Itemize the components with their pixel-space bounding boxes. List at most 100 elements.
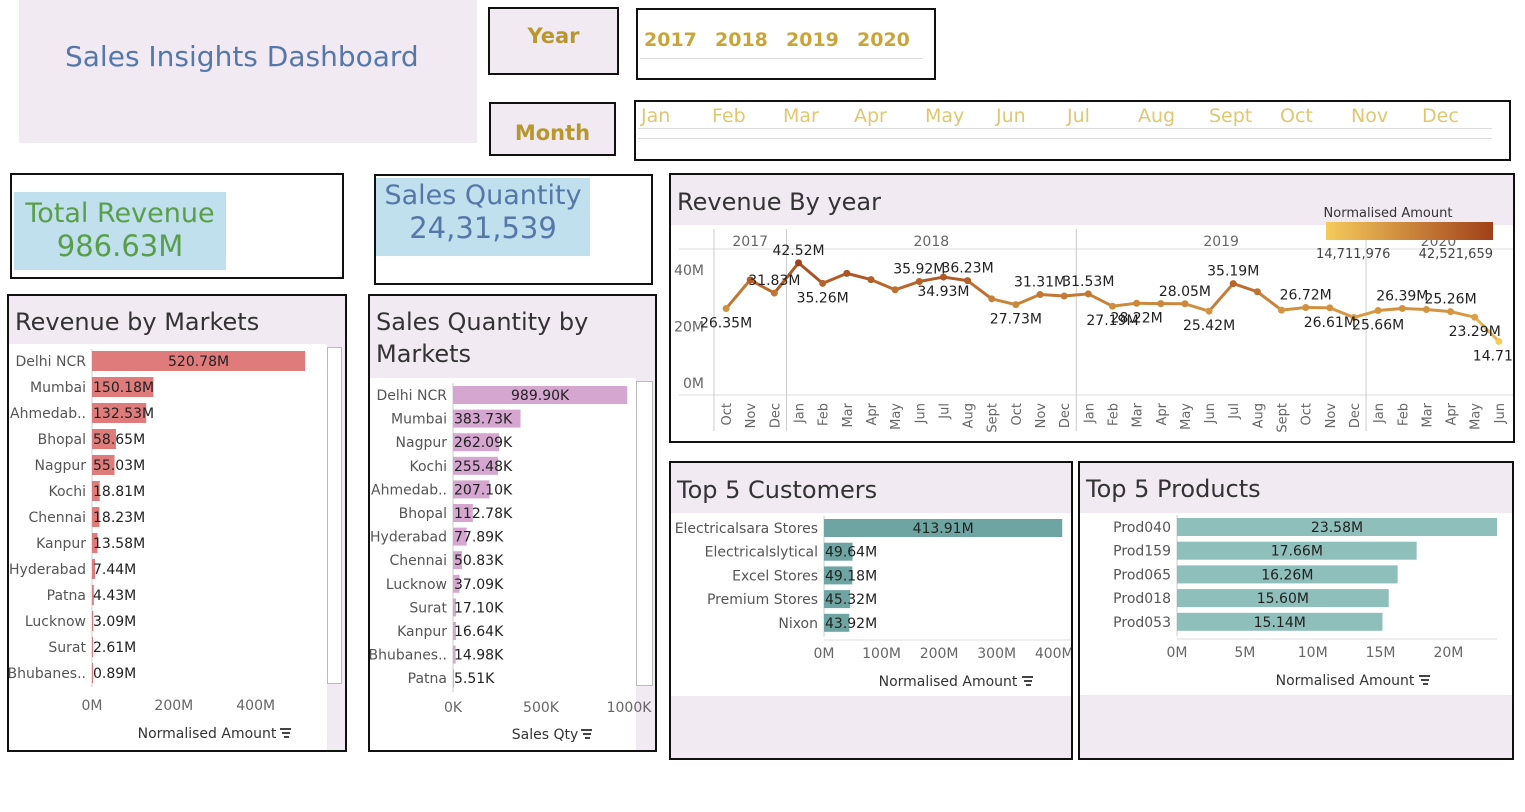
- month-option[interactable]: Jan: [641, 105, 670, 127]
- total-revenue-value: 986.63M: [56, 229, 184, 263]
- data-point: [1133, 299, 1141, 307]
- month-option[interactable]: Sept: [1209, 105, 1252, 127]
- data-point: [1108, 302, 1116, 310]
- data-point: [722, 305, 730, 313]
- data-label: 31.83M: [748, 273, 800, 289]
- month-option[interactable]: May: [925, 105, 964, 127]
- tick-label: 200M: [154, 698, 193, 714]
- year-header: 2019: [1203, 234, 1239, 250]
- data-point: [1302, 304, 1310, 312]
- series-line: [1400, 306, 1428, 312]
- category-label: Premium Stores: [707, 592, 818, 608]
- data-label: 17.66M: [1271, 544, 1323, 560]
- category-label: Kochi: [409, 459, 447, 475]
- month-option[interactable]: Dec: [1422, 105, 1459, 127]
- total-revenue-card: Total Revenue 986.63M: [10, 173, 344, 279]
- tick-label: 100M: [862, 646, 901, 662]
- top-customers-chart: Electricalsara Stores 413.91M Electricalsl…: [675, 516, 1071, 690]
- month-option[interactable]: Nov: [1351, 105, 1388, 127]
- month-option[interactable]: Mar: [783, 105, 819, 127]
- tick-label: 40M: [674, 263, 704, 279]
- series-line: [1255, 290, 1284, 312]
- series-line: [941, 275, 970, 283]
- month-option[interactable]: Jul: [1067, 105, 1090, 127]
- category-label: Nagpur: [396, 435, 448, 451]
- category-label: Delhi NCR: [16, 354, 87, 370]
- tick-label: 1000K: [607, 700, 653, 716]
- data-point: [1374, 307, 1382, 315]
- data-label: 31.31M: [1014, 275, 1066, 291]
- series-line: [821, 271, 849, 285]
- revenue-markets-chart: Delhi NCR 520.78M Mumbai 150.18M Ahmedab.. 13…: [9, 349, 306, 742]
- data-point: [770, 289, 778, 297]
- data-label: 27.73M: [990, 312, 1042, 328]
- revenue-by-year-panel: Revenue By year 0M 20M 40M 2017 Oct Nov Dec 201…: [669, 173, 1515, 443]
- month-option[interactable]: Jun: [996, 105, 1026, 127]
- data-label: 14.98K: [454, 648, 504, 664]
- month-option[interactable]: Apr: [854, 105, 887, 127]
- revenue-by-markets-panel: Revenue by Markets Delhi NCR 520.78M Mumba…: [7, 294, 347, 752]
- data-label: 7.44M: [93, 562, 136, 578]
- top-customers-panel: Top 5 Customers Electricalsara Stores 413…: [669, 461, 1073, 760]
- month-tick-label: Mar: [841, 402, 856, 427]
- year-option[interactable]: 2017: [644, 29, 697, 51]
- series-line: [724, 278, 752, 311]
- data-point: [1471, 313, 1479, 321]
- sales-quantity-kpi: Sales Quantity 24,31,539: [376, 178, 590, 256]
- data-label: 383.73K: [454, 412, 513, 428]
- month-tick-label: Dec: [1058, 403, 1073, 428]
- top-products-chart: Prod040 23.58M Prod159 17.66M Prod065 16.26M P…: [1113, 515, 1497, 689]
- series-line: [1038, 293, 1066, 298]
- data-label: 26.61M: [1304, 315, 1356, 331]
- data-label: 112.78K: [454, 506, 513, 522]
- tick-label: 10M: [1298, 645, 1328, 661]
- year-option[interactable]: 2019: [786, 29, 839, 51]
- category-label: Bhopal: [38, 432, 86, 448]
- data-label: 55.03M: [93, 458, 145, 474]
- data-label: 5.51K: [454, 671, 495, 687]
- month-tick-label: Jun: [1493, 403, 1508, 424]
- month-option[interactable]: Oct: [1280, 105, 1313, 127]
- year-option[interactable]: 2018: [715, 29, 768, 51]
- legend-color-ramp: [1326, 222, 1493, 240]
- sort-icon[interactable]: [1419, 675, 1430, 685]
- data-label: 35.26M: [797, 290, 849, 306]
- legend-min-label: 14,711,976: [1316, 247, 1390, 262]
- month-tick-label: Nov: [1034, 403, 1049, 429]
- month-tick-label: Feb: [1106, 403, 1121, 426]
- sort-icon[interactable]: [1022, 676, 1033, 686]
- category-label: Nixon: [778, 616, 818, 632]
- sales-quantity-label: Sales Quantity: [384, 180, 582, 211]
- sort-icon[interactable]: [581, 729, 592, 739]
- tick-label: 0M: [82, 698, 103, 714]
- category-label: Delhi NCR: [377, 388, 448, 404]
- month-option[interactable]: Aug: [1138, 105, 1175, 127]
- category-label: Lucknow: [386, 577, 447, 593]
- tick-label: 400M: [236, 698, 275, 714]
- category-label: Lucknow: [25, 614, 86, 630]
- series-line: [1231, 282, 1259, 294]
- sort-icon[interactable]: [280, 728, 291, 738]
- data-label: 15.60M: [1257, 591, 1309, 607]
- month-tick-label: Jun: [913, 403, 928, 424]
- category-label: Kanpur: [36, 536, 86, 552]
- category-label: Kochi: [48, 484, 86, 500]
- data-label: 17.10K: [454, 600, 504, 616]
- month-tick-label: Jun: [1203, 403, 1218, 424]
- category-label: Hyderabad: [370, 530, 447, 546]
- month-tick-label: Dec: [1348, 403, 1363, 428]
- data-point: [891, 286, 899, 294]
- data-point: [1326, 304, 1334, 312]
- category-label: Surat: [409, 600, 447, 616]
- month-option[interactable]: Feb: [712, 105, 746, 127]
- month-filter-label: Month: [514, 121, 591, 145]
- data-label: 14.71M: [1473, 348, 1513, 364]
- series-line: [1062, 292, 1090, 298]
- year-option[interactable]: 2020: [857, 29, 910, 51]
- data-label: 413.91M: [913, 521, 974, 537]
- data-point: [795, 259, 803, 267]
- data-label: 520.78M: [168, 354, 229, 370]
- category-label: Electricalslytical: [705, 545, 818, 561]
- month-tick-label: Oct: [1010, 403, 1025, 425]
- data-point: [1084, 290, 1092, 298]
